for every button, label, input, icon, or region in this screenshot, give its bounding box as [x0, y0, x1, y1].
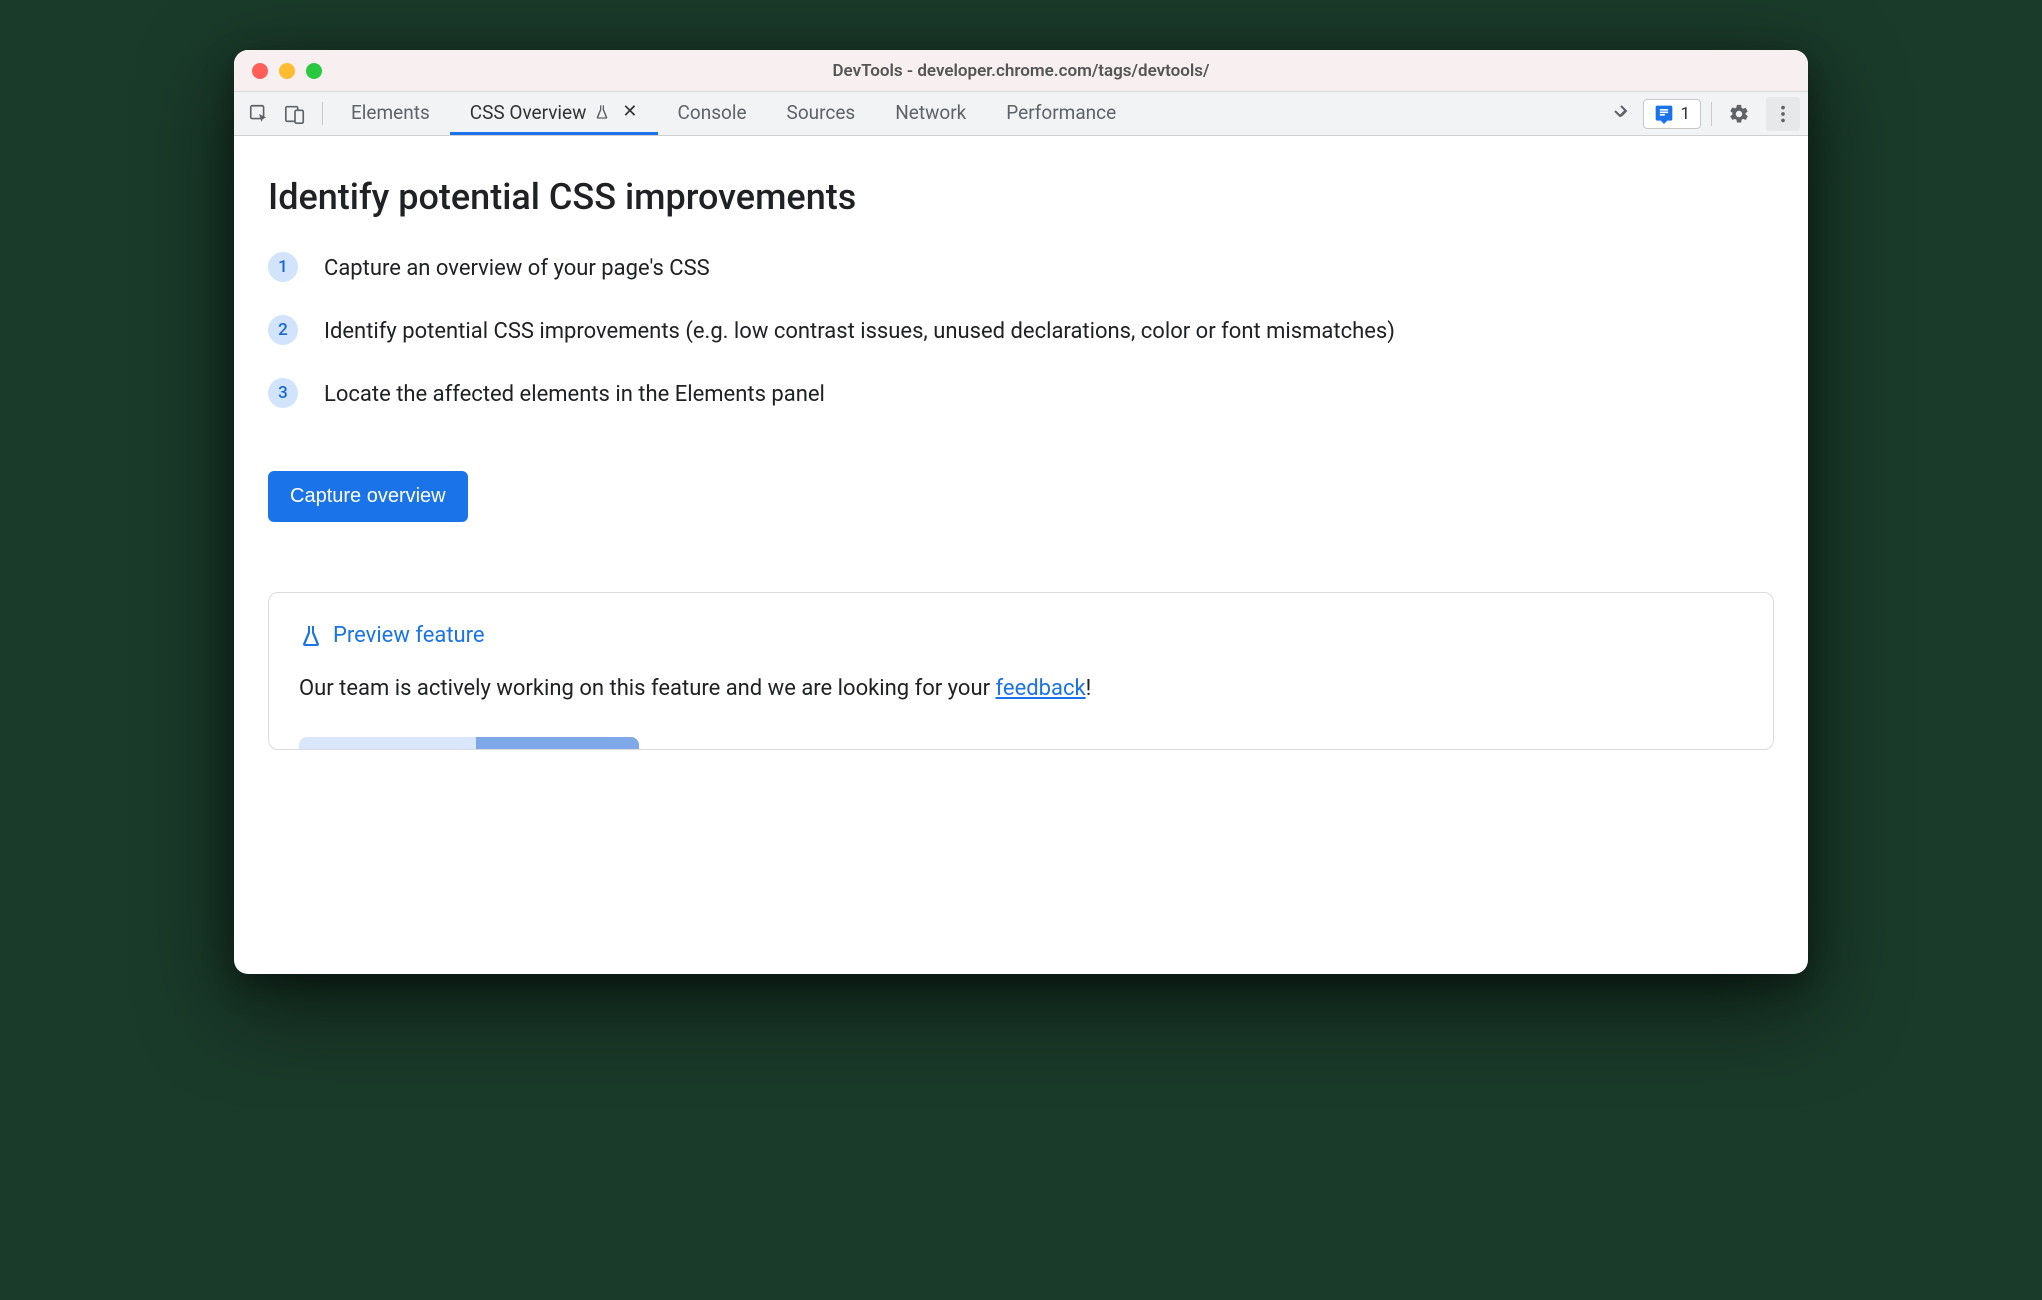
settings-button[interactable] [1722, 97, 1756, 131]
minimize-window-button[interactable] [279, 63, 295, 79]
tab-console[interactable]: Console [658, 92, 767, 135]
step-number-badge: 3 [268, 378, 298, 408]
flask-icon [594, 104, 610, 120]
step-item: 3 Locate the affected elements in the El… [268, 378, 1774, 411]
close-tab-icon[interactable]: ✕ [622, 103, 637, 121]
device-toggle-icon[interactable] [284, 103, 306, 125]
tabbar-right: 1 [1609, 92, 1808, 135]
step-number-badge: 2 [268, 315, 298, 345]
devtools-tabbar: Elements CSS Overview ✕ Console Sources … [234, 92, 1808, 136]
issues-count: 1 [1680, 104, 1690, 124]
steps-list: 1 Capture an overview of your page's CSS… [268, 252, 1774, 411]
step-text: Locate the affected elements in the Elem… [324, 378, 825, 411]
inspect-element-icon[interactable] [248, 103, 270, 125]
issues-icon [1654, 104, 1674, 124]
tab-performance[interactable]: Performance [986, 92, 1136, 135]
tabbar-divider [1711, 102, 1712, 126]
css-overview-panel: Identify potential CSS improvements 1 Ca… [234, 136, 1808, 974]
more-tabs-icon[interactable] [1609, 102, 1633, 126]
kebab-icon [1772, 103, 1794, 125]
more-options-button[interactable] [1766, 97, 1800, 131]
preview-bottom-strip [299, 737, 639, 749]
page-heading: Identify potential CSS improvements [268, 176, 1774, 218]
tab-label: Network [895, 101, 966, 124]
step-item: 1 Capture an overview of your page's CSS [268, 252, 1774, 285]
tab-sources[interactable]: Sources [767, 92, 876, 135]
preview-header: Preview feature [299, 623, 1743, 648]
flask-icon [299, 624, 323, 648]
step-number-badge: 1 [268, 252, 298, 282]
step-item: 2 Identify potential CSS improvements (e… [268, 315, 1774, 348]
tabbar-separator [322, 102, 323, 125]
tab-label: Performance [1006, 101, 1116, 124]
feedback-link[interactable]: feedback [996, 676, 1086, 701]
close-window-button[interactable] [252, 63, 268, 79]
window-title: DevTools - developer.chrome.com/tags/dev… [234, 61, 1808, 81]
tab-network[interactable]: Network [875, 92, 986, 135]
preview-feature-card: Preview feature Our team is actively wor… [268, 592, 1774, 750]
tab-elements[interactable]: Elements [331, 92, 450, 135]
tab-label: Sources [787, 101, 856, 124]
preview-body: Our team is actively working on this fea… [299, 676, 1743, 701]
step-text: Capture an overview of your page's CSS [324, 252, 710, 285]
issues-badge[interactable]: 1 [1643, 99, 1701, 129]
tab-label: Elements [351, 101, 430, 124]
devtools-window: DevTools - developer.chrome.com/tags/dev… [234, 50, 1808, 974]
tab-css-overview[interactable]: CSS Overview ✕ [450, 92, 658, 135]
tabs-container: Elements CSS Overview ✕ Console Sources … [331, 92, 1136, 135]
maximize-window-button[interactable] [306, 63, 322, 79]
preview-body-prefix: Our team is actively working on this fea… [299, 676, 996, 701]
tabbar-left-icons [242, 92, 318, 135]
preview-title: Preview feature [333, 623, 485, 648]
traffic-lights [234, 63, 322, 79]
titlebar: DevTools - developer.chrome.com/tags/dev… [234, 50, 1808, 92]
tab-label: Console [678, 101, 747, 124]
capture-overview-button[interactable]: Capture overview [268, 471, 468, 522]
gear-icon [1728, 103, 1750, 125]
step-text: Identify potential CSS improvements (e.g… [324, 315, 1395, 348]
preview-body-suffix: ! [1086, 676, 1092, 701]
tab-label: CSS Overview [470, 101, 587, 124]
